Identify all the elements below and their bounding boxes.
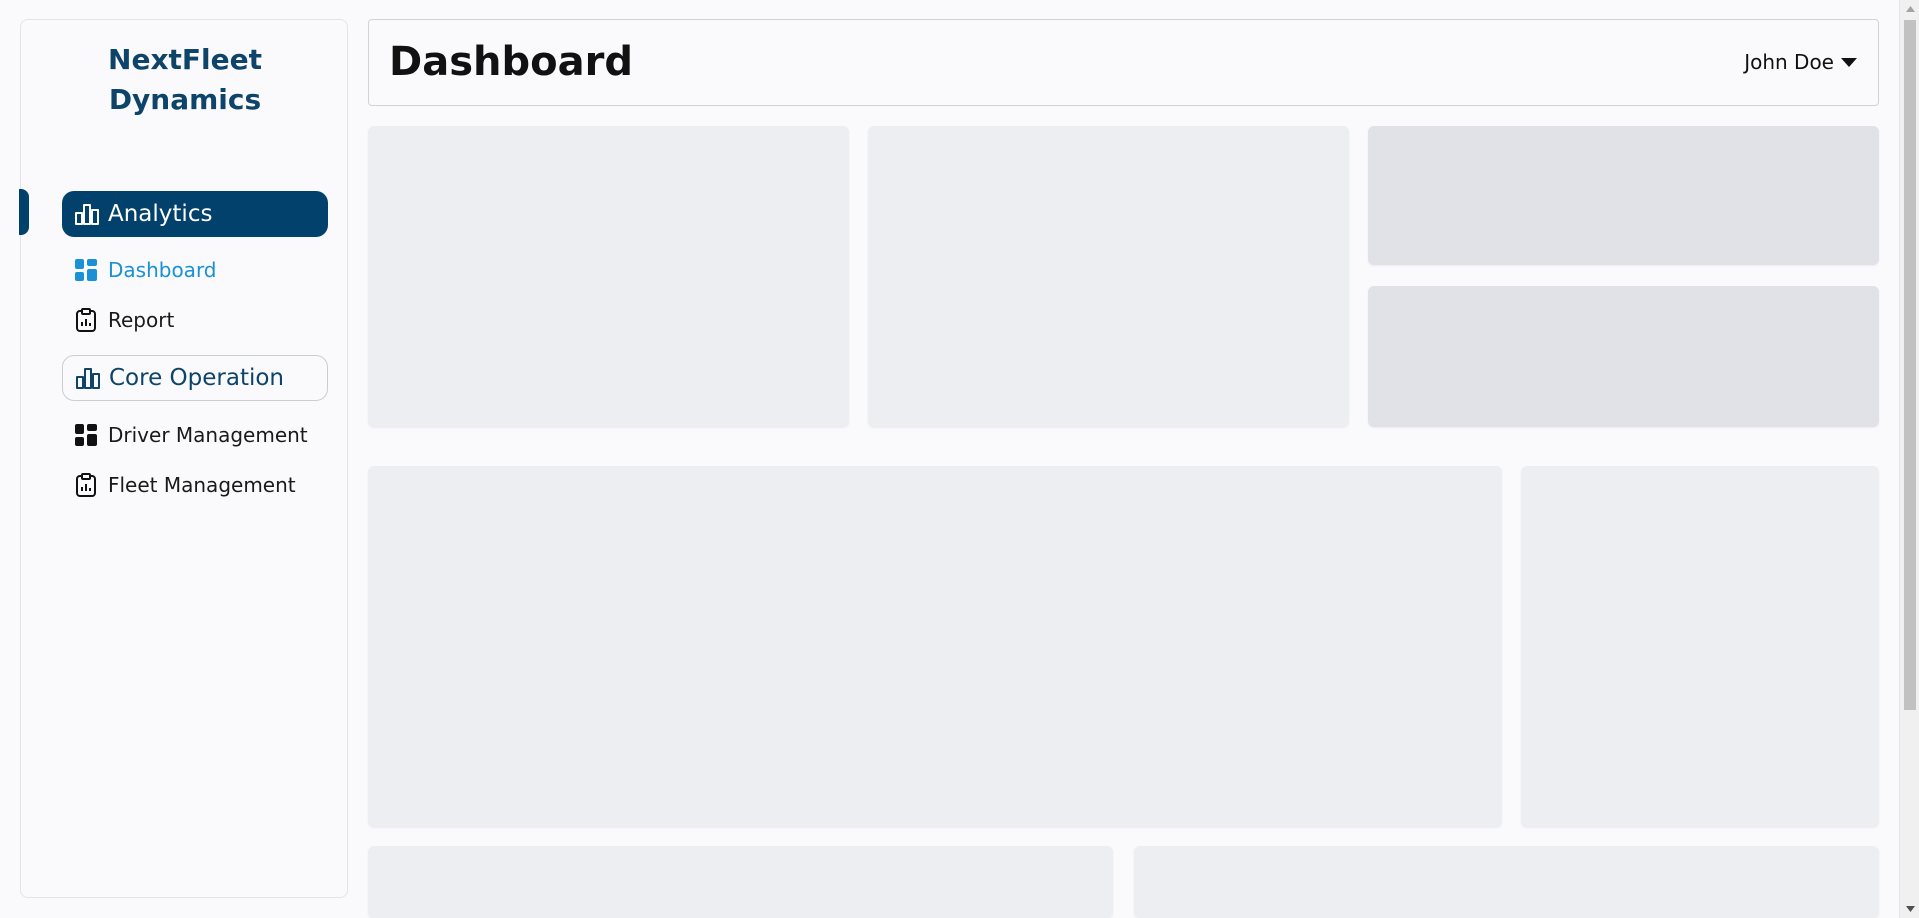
placeholder-card <box>368 846 1113 918</box>
user-menu[interactable]: John Doe <box>1744 50 1858 74</box>
placeholder-card <box>1368 126 1879 265</box>
sidebar-item-fleet-management[interactable]: Fleet Management <box>73 467 296 503</box>
app-window: NextFleet Dynamics Analytics Dashboard R… <box>0 0 1919 918</box>
sidebar-section-analytics[interactable]: Analytics <box>62 191 328 237</box>
sidebar-section-label: Core Operation <box>109 365 285 391</box>
scroll-down-arrow-icon[interactable] <box>1900 900 1919 918</box>
placeholder-card <box>1521 466 1879 827</box>
brand-line-1: NextFleet <box>108 43 262 76</box>
placeholder-card <box>868 126 1349 427</box>
grid-icon <box>73 257 99 283</box>
clipboard-chart-icon <box>73 472 99 498</box>
user-name: John Doe <box>1744 50 1834 74</box>
scroll-up-arrow-icon[interactable] <box>1900 0 1919 18</box>
sidebar: NextFleet Dynamics Analytics Dashboard R… <box>19 19 349 898</box>
scrollbar-thumb[interactable] <box>1904 20 1916 710</box>
bar-chart-icon <box>74 201 100 227</box>
clipboard-chart-icon <box>73 307 99 333</box>
placeholder-card <box>368 126 849 427</box>
brand-logo[interactable]: NextFleet Dynamics <box>21 40 349 120</box>
active-section-indicator <box>19 189 29 235</box>
placeholder-card <box>368 466 1502 827</box>
top-header: Dashboard John Doe <box>368 19 1879 106</box>
sidebar-section-core-operation[interactable]: Core Operation <box>62 355 328 401</box>
sidebar-item-label: Report <box>108 308 175 332</box>
bar-chart-icon <box>75 365 101 391</box>
page-title: Dashboard <box>389 39 633 85</box>
sidebar-item-driver-management[interactable]: Driver Management <box>73 417 308 453</box>
caret-down-icon <box>1841 58 1857 67</box>
sidebar-section-label: Analytics <box>108 201 213 227</box>
brand-line-2: Dynamics <box>108 83 262 116</box>
vertical-scrollbar[interactable] <box>1899 0 1919 918</box>
sidebar-item-label: Fleet Management <box>108 473 296 497</box>
grid-icon <box>73 422 99 448</box>
sidebar-item-dashboard[interactable]: Dashboard <box>73 252 217 288</box>
sidebar-item-report[interactable]: Report <box>73 302 174 338</box>
sidebar-item-label: Driver Management <box>108 423 308 447</box>
sidebar-item-label: Dashboard <box>108 258 217 282</box>
placeholder-card <box>1368 286 1879 427</box>
placeholder-card <box>1134 846 1879 918</box>
